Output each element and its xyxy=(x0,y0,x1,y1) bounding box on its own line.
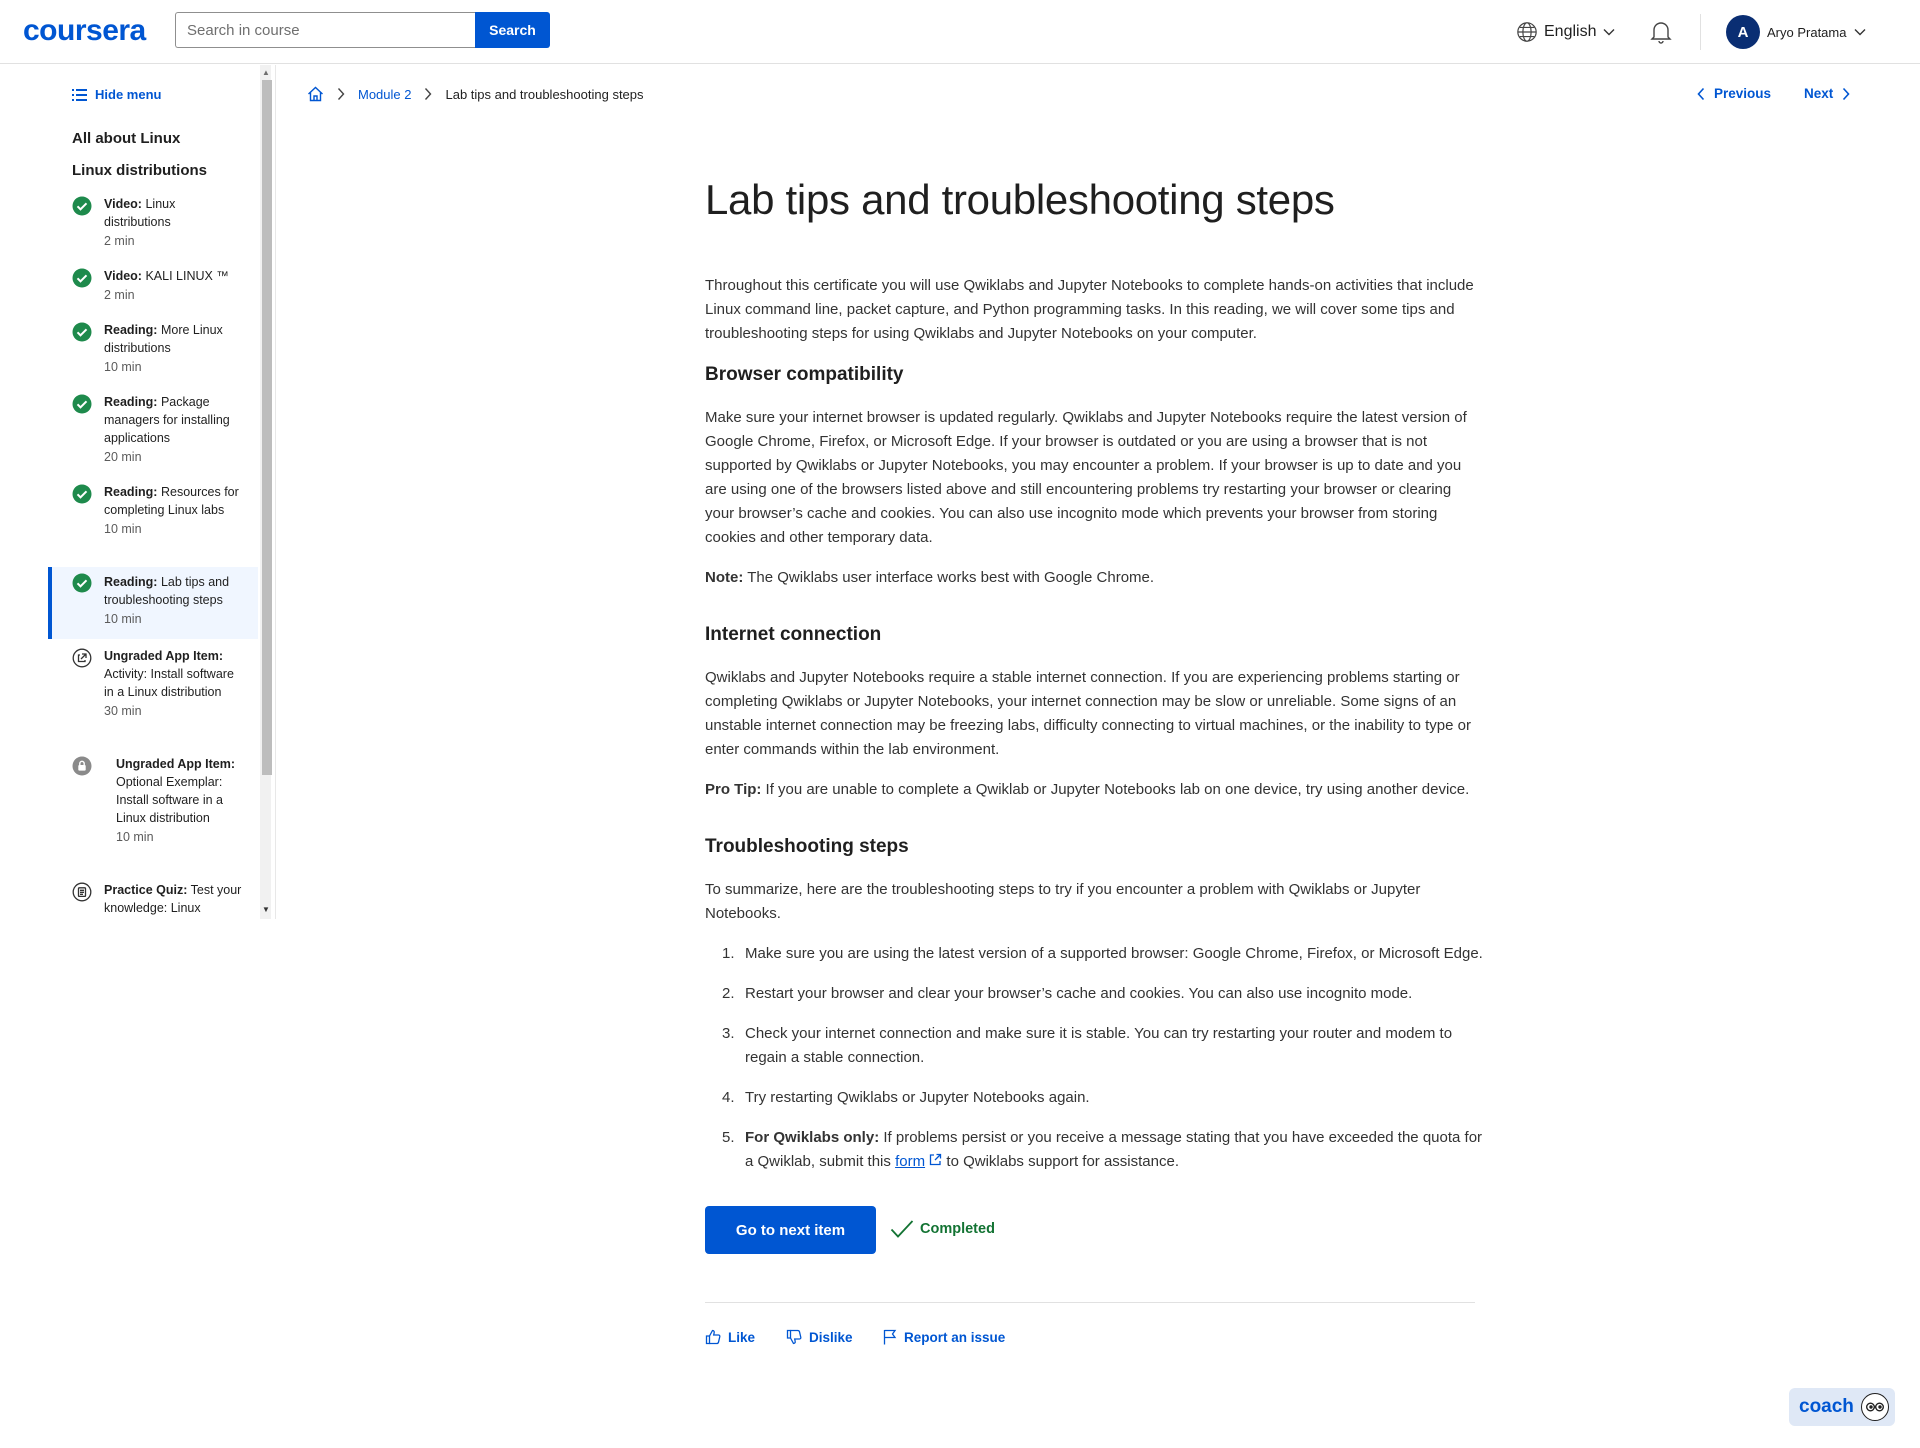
notifications-button[interactable] xyxy=(1650,20,1672,49)
bell-icon xyxy=(1650,22,1672,44)
sidebar-item-reading-resources-linux-labs[interactable]: Reading: Resources for completing Linux … xyxy=(48,483,258,565)
intro-paragraph: Throughout this certificate you will use… xyxy=(705,277,1474,342)
hide-menu-button[interactable]: Hide menu xyxy=(72,87,161,102)
list-item: 2. Restart your browser and clear your br… xyxy=(722,985,1413,1002)
globe-icon xyxy=(1517,22,1537,42)
completed-label: Completed xyxy=(920,1221,995,1237)
top-header: coursera Search English A Aryo Pratama xyxy=(0,0,1920,64)
internet-paragraph: Qwiklabs and Jupyter Notebooks require a… xyxy=(705,669,1471,758)
search-button[interactable]: Search xyxy=(475,12,550,48)
external-link-icon xyxy=(930,1153,942,1166)
avatar: A xyxy=(1726,15,1760,49)
search-bar: Search xyxy=(175,12,550,48)
sidebar-item-activity-install-software[interactable]: Ungraded App Item: Activity: Install sof… xyxy=(48,647,258,747)
sidebar-item-video-linux-distributions[interactable]: Video: Linux distributions 2 min xyxy=(48,195,258,255)
chevron-right-icon xyxy=(425,88,432,100)
completed-status: Completed xyxy=(890,1219,995,1239)
list-item: 3. Check your internet connection and mak… xyxy=(722,1025,1453,1066)
divider xyxy=(705,1302,1475,1303)
dislike-button[interactable]: Dislike xyxy=(786,1329,853,1345)
list-item: 5. For Qwiklabs only: If problems persist… xyxy=(722,1129,1483,1170)
lock-icon xyxy=(72,756,92,776)
chevron-left-icon xyxy=(1697,87,1705,100)
check-circle-icon xyxy=(72,322,92,342)
sidebar-divider xyxy=(275,65,276,919)
note-paragraph: Note: The Qwiklabs user interface works … xyxy=(705,569,1155,586)
language-label: English xyxy=(1544,23,1597,40)
check-circle-icon xyxy=(72,484,92,504)
sidebar-item-text: Reading: More Linux distributions 10 min xyxy=(104,323,223,374)
coach-label: coach xyxy=(1799,1396,1854,1417)
list-item: 1. Make sure you are using the latest ver… xyxy=(722,945,1483,962)
form-link[interactable]: form xyxy=(895,1153,925,1170)
previous-button[interactable]: Previous xyxy=(1696,86,1771,101)
check-circle-icon xyxy=(72,268,92,288)
like-label: Like xyxy=(728,1329,756,1345)
chevron-right-icon xyxy=(337,88,345,100)
report-issue-button[interactable]: Report an issue xyxy=(883,1329,1005,1345)
next-label: Next xyxy=(1804,86,1834,101)
sidebar-item-reading-more-linux-distributions[interactable]: Reading: More Linux distributions 10 min xyxy=(48,321,258,385)
thumbs-down-icon xyxy=(786,1329,802,1345)
page-title: Lab tips and troubleshooting steps xyxy=(705,176,1335,223)
list-icon xyxy=(72,88,87,101)
sidebar-item-text: Practice Quiz: Test your knowledge: Linu… xyxy=(104,883,242,915)
heading-browser-compatibility: Browser compatibility xyxy=(705,364,904,385)
browser-paragraph: Make sure your internet browser is updat… xyxy=(705,409,1467,546)
chevron-down-icon xyxy=(1854,29,1866,36)
check-circle-icon xyxy=(72,394,92,414)
sidebar-item-optional-exemplar[interactable]: Ungraded App Item: Optional Exemplar: In… xyxy=(48,755,258,871)
sidebar-item-practice-quiz[interactable]: Practice Quiz: Test your knowledge: Linu… xyxy=(48,881,258,919)
sidebar-item-reading-lab-tips[interactable]: Reading: Lab tips and troubleshooting st… xyxy=(48,567,258,639)
sidebar-item-video-kali-linux[interactable]: Video: KALI LINUX ™ 2 min xyxy=(48,267,258,313)
sidebar-item-text: Reading: Resources for completing Linux … xyxy=(104,485,239,536)
external-app-icon xyxy=(72,648,92,668)
coach-button[interactable]: coach xyxy=(1789,1388,1895,1426)
coach-glasses-icon xyxy=(1861,1393,1889,1421)
heading-internet-connection: Internet connection xyxy=(705,624,882,645)
quiz-icon xyxy=(72,882,92,902)
hide-menu-label: Hide menu xyxy=(95,87,162,102)
language-selector[interactable]: English xyxy=(1516,21,1616,43)
sidebar-item-text: Ungraded App Item: Activity: Install sof… xyxy=(104,649,234,718)
scroll-down-arrow-icon[interactable]: ▼ xyxy=(262,905,270,914)
sidebar-item-text: Video: KALI LINUX ™ 2 min xyxy=(104,269,229,302)
go-to-next-item-button[interactable]: Go to next item xyxy=(705,1206,876,1254)
dislike-label: Dislike xyxy=(809,1329,853,1345)
heading-troubleshooting-steps: Troubleshooting steps xyxy=(705,836,909,857)
user-name: Aryo Pratama xyxy=(1767,24,1847,40)
sidebar-item-text: Reading: Package managers for installing… xyxy=(104,395,230,464)
chevron-right-icon xyxy=(1843,87,1850,100)
sidebar-item-text: Ungraded App Item: Optional Exemplar: In… xyxy=(116,757,235,844)
scroll-up-arrow-icon[interactable]: ▲ xyxy=(262,68,270,77)
thumbs-up-icon xyxy=(705,1329,721,1345)
coursera-logo[interactable]: coursera xyxy=(23,14,146,48)
chevron-down-icon xyxy=(1603,29,1615,36)
breadcrumb-current: Lab tips and troubleshooting steps xyxy=(445,86,644,102)
search-input[interactable] xyxy=(175,12,475,48)
troubleshoot-intro: To summarize, here are the troubleshooti… xyxy=(705,881,1421,922)
check-circle-icon xyxy=(72,196,92,216)
sidebar-item-text: Reading: Lab tips and troubleshooting st… xyxy=(104,575,230,626)
sidebar-item-text: Video: Linux distributions 2 min xyxy=(104,197,176,248)
breadcrumb: Module 2 Lab tips and troubleshooting st… xyxy=(307,86,644,102)
breadcrumb-module-link[interactable]: Module 2 xyxy=(358,87,411,102)
checkmark-icon xyxy=(890,1220,914,1238)
user-menu[interactable]: A Aryo Pratama xyxy=(1726,15,1867,49)
previous-label: Previous xyxy=(1714,86,1772,101)
check-circle-icon xyxy=(72,573,92,593)
sidebar-item-reading-package-managers[interactable]: Reading: Package managers for installing… xyxy=(48,393,258,475)
like-button[interactable]: Like xyxy=(705,1329,755,1345)
home-icon[interactable] xyxy=(307,86,324,102)
lesson-title[interactable]: Linux distributions xyxy=(72,162,207,179)
protip-paragraph: Pro Tip: If you are unable to complete a… xyxy=(705,781,1470,798)
list-item: 4. Try restarting Qwiklabs or Jupyter Not… xyxy=(722,1089,1090,1106)
report-label: Report an issue xyxy=(904,1329,1006,1345)
header-divider xyxy=(1700,14,1701,50)
sidebar-scrollbar-thumb[interactable] xyxy=(262,80,272,775)
next-button[interactable]: Next xyxy=(1804,86,1851,101)
flag-icon xyxy=(883,1329,897,1345)
course-sidebar: Hide menu All about Linux Linux distribu… xyxy=(0,65,275,919)
lesson-title[interactable]: All about Linux xyxy=(72,130,180,147)
